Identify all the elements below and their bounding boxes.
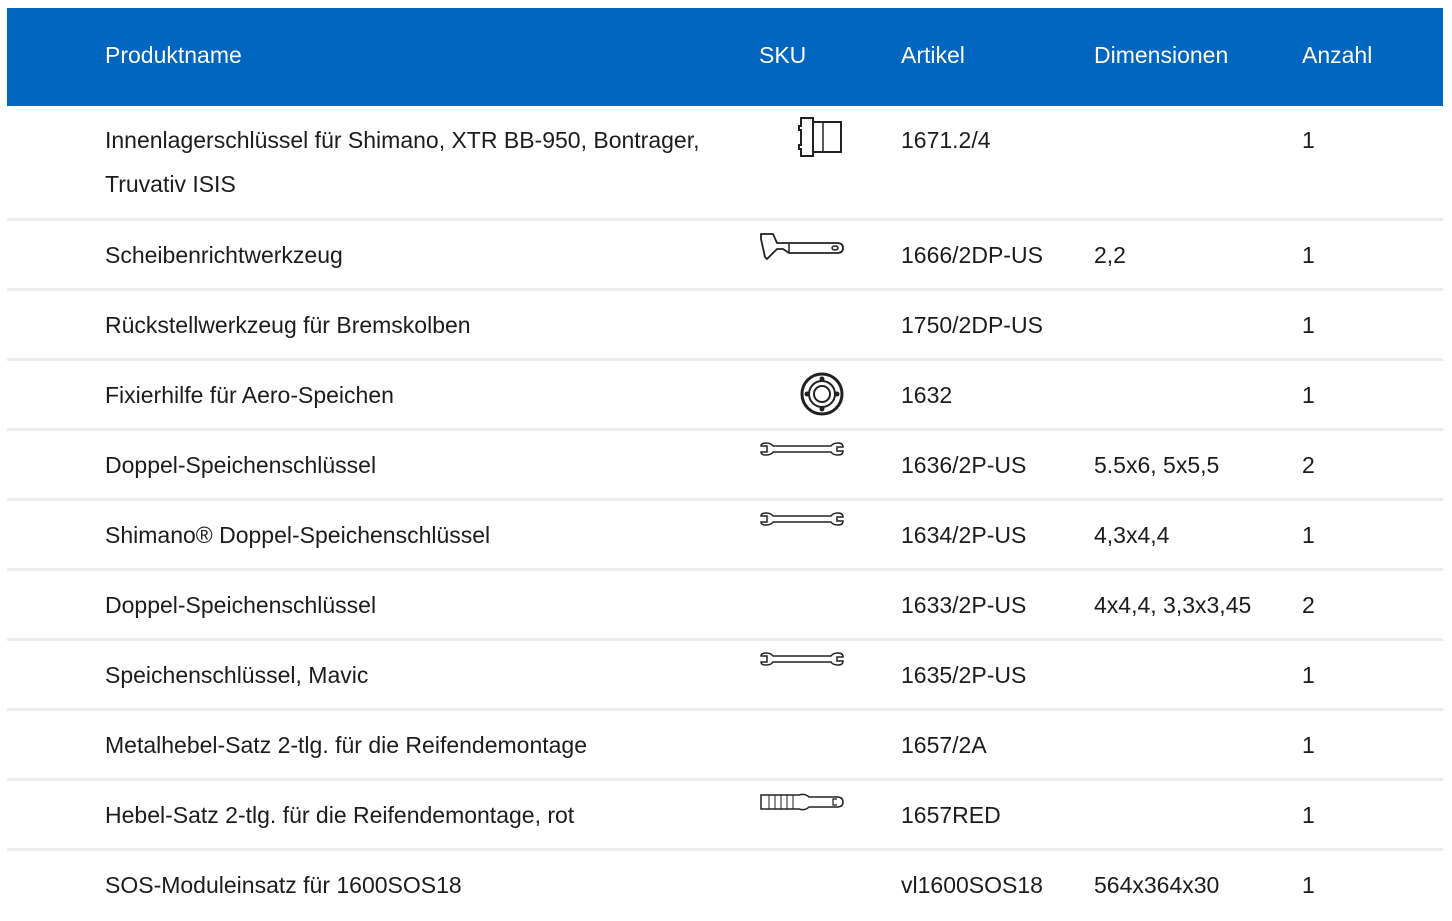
table-row[interactable]: SOS-Moduleinsatz für 1600SOS18 vl1600SOS… — [7, 851, 1443, 921]
product-name[interactable]: Fixierhilfe für Aero-Speichen — [105, 373, 725, 417]
table-row[interactable]: Metalhebel-Satz 2-tlg. für die Reifendem… — [7, 711, 1443, 781]
bottom-bracket-tool-icon — [759, 116, 845, 160]
table-row[interactable]: Speichenschlüssel, Mavic 1635/2P-US 1 — [7, 641, 1443, 711]
table-row[interactable]: Shimano® Doppel-Speichenschlüssel 1634/2… — [7, 501, 1443, 571]
table-row[interactable]: Hebel-Satz 2-tlg. für die Reifendemontag… — [7, 781, 1443, 851]
quantity: 1 — [1302, 127, 1315, 153]
column-header-article[interactable]: Artikel — [901, 8, 1081, 106]
quantity: 1 — [1302, 872, 1315, 898]
product-name[interactable]: Hebel-Satz 2-tlg. für die Reifendemontag… — [105, 793, 725, 837]
table-header: Produktname SKU Artikel Dimensionen Anza… — [7, 8, 1443, 106]
quantity: 2 — [1302, 452, 1315, 478]
dimensions: 4x4,4, 3,3x3,45 — [1094, 592, 1252, 618]
article-number: 1657RED — [901, 802, 1001, 828]
product-name[interactable]: Shimano® Doppel-Speichenschlüssel — [105, 513, 725, 557]
table-row[interactable]: Innenlagerschlüssel für Shimano, XTR BB-… — [7, 106, 1443, 221]
table-row[interactable]: Doppel-Speichenschlüssel 1636/2P-US 5.5x… — [7, 431, 1443, 501]
article-number: 1671.2/4 — [901, 127, 991, 153]
product-name[interactable]: Speichenschlüssel, Mavic — [105, 653, 725, 697]
article-number: 1657/2A — [901, 732, 987, 758]
article-number: 1636/2P-US — [901, 452, 1027, 478]
article-number: 1666/2DP-US — [901, 242, 1043, 268]
column-header-quantity[interactable]: Anzahl — [1302, 8, 1382, 106]
dimensions: 2,2 — [1094, 242, 1126, 268]
quantity: 1 — [1302, 732, 1315, 758]
spoke-wrench-icon — [759, 511, 845, 555]
article-number: 1633/2P-US — [901, 592, 1027, 618]
product-name[interactable]: Doppel-Speichenschlüssel — [105, 443, 725, 487]
product-name[interactable]: Metalhebel-Satz 2-tlg. für die Reifendem… — [105, 723, 725, 767]
product-name[interactable]: Scheibenrichtwerkzeug — [105, 233, 725, 277]
product-name[interactable]: Innenlagerschlüssel für Shimano, XTR BB-… — [105, 118, 725, 206]
spoke-wrench-icon — [759, 651, 845, 695]
tire-lever-icon — [759, 791, 845, 835]
quantity: 2 — [1302, 592, 1315, 618]
product-name[interactable]: Doppel-Speichenschlüssel — [105, 583, 725, 627]
column-header-product-name[interactable]: Produktname — [105, 8, 725, 106]
article-number: vl1600SOS18 — [901, 872, 1043, 898]
quantity: 1 — [1302, 802, 1315, 828]
article-number: 1634/2P-US — [901, 522, 1027, 548]
table-row[interactable]: Scheibenrichtwerkzeug 1666/2DP-US 2,2 1 — [7, 221, 1443, 291]
aero-spoke-holder-icon — [759, 371, 845, 416]
dimensions: 5.5x6, 5x5,5 — [1094, 452, 1220, 478]
article-number: 1632 — [901, 382, 953, 408]
column-header-dimensions[interactable]: Dimensionen — [1094, 8, 1284, 106]
disc-straightening-tool-icon — [759, 231, 845, 275]
table-row[interactable]: Rückstellwerkzeug für Bremskolben 1750/2… — [7, 291, 1443, 361]
quantity: 1 — [1302, 312, 1315, 338]
dimensions: 564x364x30 — [1094, 872, 1220, 898]
table-row[interactable]: Doppel-Speichenschlüssel 1633/2P-US 4x4,… — [7, 571, 1443, 641]
product-table: Produktname SKU Artikel Dimensionen Anza… — [7, 8, 1443, 921]
product-name[interactable]: SOS-Moduleinsatz für 1600SOS18 — [105, 863, 725, 907]
article-number: 1635/2P-US — [901, 662, 1027, 688]
quantity: 1 — [1302, 522, 1315, 548]
article-number: 1750/2DP-US — [901, 312, 1043, 338]
spoke-wrench-icon — [759, 441, 845, 485]
quantity: 1 — [1302, 382, 1315, 408]
quantity: 1 — [1302, 242, 1315, 268]
dimensions: 4,3x4,4 — [1094, 522, 1170, 548]
quantity: 1 — [1302, 662, 1315, 688]
table-row[interactable]: Fixierhilfe für Aero-Speichen 1632 1 — [7, 361, 1443, 431]
column-header-sku[interactable]: SKU — [759, 8, 845, 106]
product-name[interactable]: Rückstellwerkzeug für Bremskolben — [105, 303, 725, 347]
